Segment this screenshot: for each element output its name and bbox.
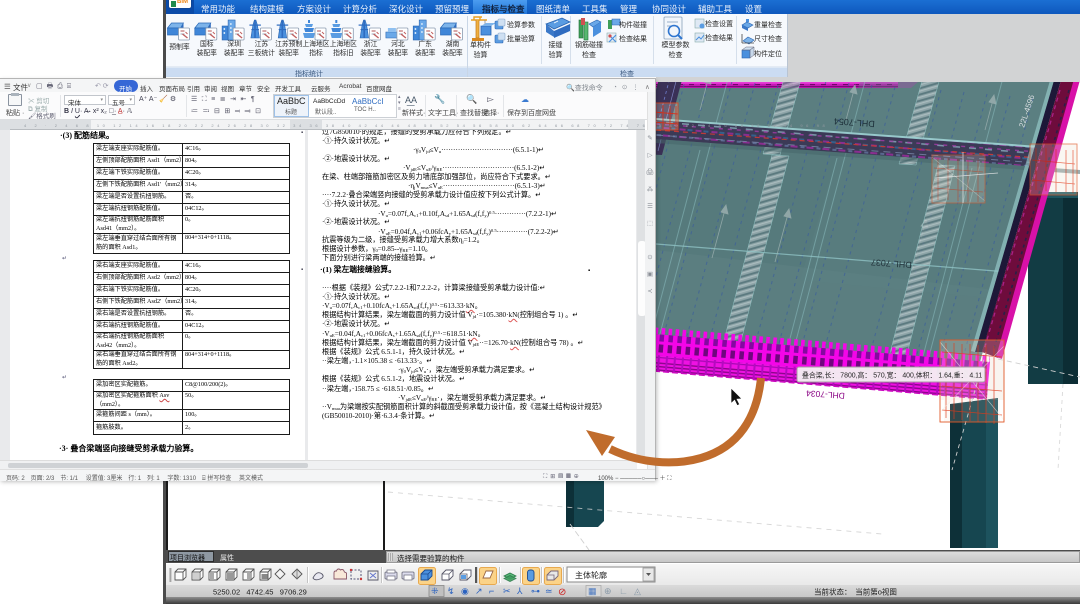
svg-text:≃: ≃ — [545, 586, 553, 596]
svg-text:◬: ◬ — [634, 586, 641, 596]
svg-text:主体轮廓: 主体轮廓 — [575, 570, 607, 580]
svg-text:DHL-7034: DHL-7034 — [806, 388, 846, 401]
svg-text:▦: ▦ — [588, 586, 597, 596]
svg-text:⁜: ⁜ — [431, 586, 439, 596]
svg-text:当前状态： 当前第o视图: 当前状态： 当前第o视图 — [814, 587, 897, 597]
svg-text:⊕: ⊕ — [604, 586, 612, 596]
svg-text:✂: ✂ — [503, 586, 511, 596]
svg-text:⌐: ⌐ — [489, 586, 494, 596]
svg-text:⊶: ⊶ — [531, 586, 540, 596]
svg-text:↗: ↗ — [475, 586, 483, 596]
svg-text:↯: ↯ — [447, 586, 455, 596]
svg-text:⊘: ⊘ — [558, 587, 566, 598]
svg-text:5250.02 4742.45 9706.29: 5250.02 4742.45 9706.29 — [213, 588, 307, 597]
svg-text:⅄: ⅄ — [516, 586, 523, 596]
svg-text:∟: ∟ — [619, 586, 628, 596]
svg-text:叠合梁,长： 7800,高： 570,宽： 400,体积：: 叠合梁,长： 7800,高： 570,宽： 400,体积： 1.64,重： 4.… — [802, 371, 982, 380]
svg-text:◉: ◉ — [461, 586, 469, 596]
